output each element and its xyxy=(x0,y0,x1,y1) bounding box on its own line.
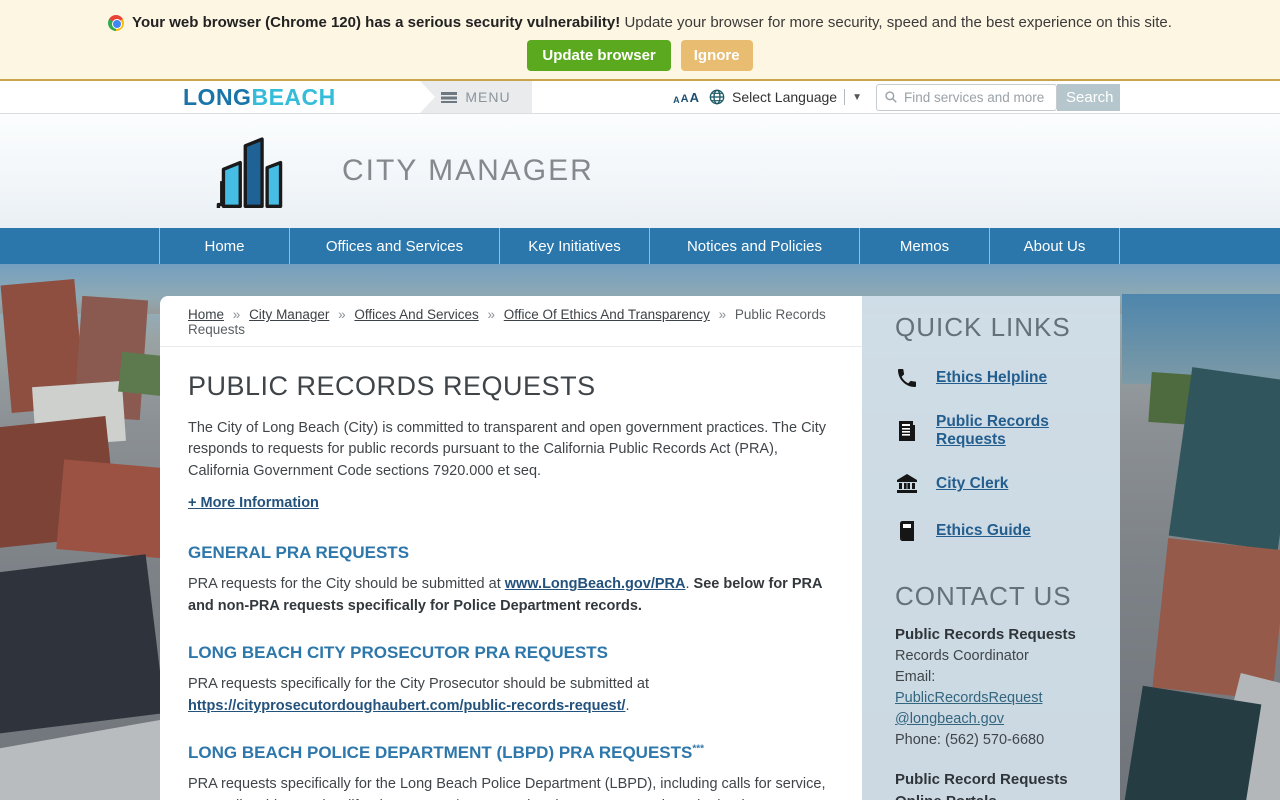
content-card: Home » City Manager » Offices And Servic… xyxy=(160,296,862,800)
lbpd-paragraph: PRA requests specifically for the Long B… xyxy=(188,776,826,800)
language-divider xyxy=(844,89,846,105)
contact-email-label: Email: xyxy=(895,668,936,685)
bg-building xyxy=(1152,538,1280,700)
contact-email-link-part1[interactable]: PublicRecordsRequest xyxy=(895,688,1043,709)
nav-item-about-us[interactable]: About Us xyxy=(990,228,1120,264)
search-box[interactable] xyxy=(876,83,1057,111)
nav-item-notices-and-policies[interactable]: Notices and Policies xyxy=(650,228,860,264)
quick-link-label[interactable]: Public Records Requests xyxy=(936,413,1102,449)
department-header: CITY MANAGER xyxy=(0,114,1280,228)
ignore-button[interactable]: Ignore xyxy=(680,40,753,71)
contact-us-heading: CONTACT US xyxy=(895,581,1072,611)
page-title: PUBLIC RECORDS REQUESTS xyxy=(188,371,596,401)
logo-arrow-divider xyxy=(420,81,435,113)
quick-link-label[interactable]: Ethics Guide xyxy=(936,522,1031,540)
nav-item-key-initiatives[interactable]: Key Initiatives xyxy=(500,228,650,264)
quick-link-public-records-requests[interactable]: Public Records Requests xyxy=(895,413,1102,449)
header-spacer xyxy=(1120,81,1280,113)
nav-item-offices-and-services[interactable]: Offices and Services xyxy=(290,228,500,264)
bg-building xyxy=(56,459,174,559)
search-icon xyxy=(885,91,897,103)
pra-link[interactable]: www.LongBeach.gov/PRA xyxy=(505,576,686,592)
quick-link-ethics-guide[interactable]: Ethics Guide xyxy=(895,519,1102,543)
longbeach-logo[interactable]: LONGBEACH xyxy=(183,84,336,111)
page-content: PUBLIC RECORDS REQUESTS The City of Long… xyxy=(160,347,862,800)
site-search: Search xyxy=(876,81,1123,113)
language-label: Select Language xyxy=(732,89,838,105)
quick-link-label[interactable]: Ethics Helpline xyxy=(936,369,1047,387)
update-browser-button[interactable]: Update browser xyxy=(527,40,671,71)
breadcrumb-offices-and-services[interactable]: Offices And Services xyxy=(354,307,478,322)
menu-label: MENU xyxy=(465,89,511,105)
contact-role: Records Coordinator xyxy=(895,647,1029,664)
breadcrumb: Home » City Manager » Offices And Servic… xyxy=(160,296,862,347)
contact-us-section: CONTACT US Public Records Requests Recor… xyxy=(895,581,1102,800)
breadcrumb-office-of-ethics[interactable]: Office Of Ethics And Transparency xyxy=(504,307,710,322)
contact-phone: Phone: (562) 570-6680 xyxy=(895,731,1045,748)
main-area: Home » City Manager » Offices And Servic… xyxy=(0,264,1280,800)
logo-section: LONGBEACH xyxy=(0,81,435,113)
browser-warning-banner: Your web browser (Chrome 120) has a seri… xyxy=(0,0,1280,81)
nav-item-home[interactable]: Home xyxy=(160,228,290,264)
bg-building xyxy=(1114,685,1262,800)
intro-paragraph: The City of Long Beach (City) is committ… xyxy=(188,420,827,479)
sidebar: QUICK LINKS Ethics Helpline Public Recor… xyxy=(862,296,1120,800)
chevron-down-icon[interactable]: ▼ xyxy=(852,92,862,103)
phone-icon xyxy=(898,369,916,387)
general-pra-paragraph: PRA requests for the City should be subm… xyxy=(188,576,822,614)
city-prosecutor-paragraph: PRA requests specifically for the City P… xyxy=(188,676,649,714)
language-section: AAA Select Language ▼ xyxy=(532,81,876,113)
top-header-bar: LONGBEACH MENU AAA Select Language ▼ Fin… xyxy=(0,81,1280,114)
nav-item-memos[interactable]: Memos xyxy=(860,228,990,264)
main-navigation: Home Offices and Services Key Initiative… xyxy=(0,228,1280,264)
section-heading-lbpd: LONG BEACH POLICE DEPARTMENT (LBPD) PRA … xyxy=(188,743,705,763)
breadcrumb-home[interactable]: Home xyxy=(188,307,224,322)
content-row: Home » City Manager » Offices And Servic… xyxy=(160,296,1120,800)
hamburger-icon xyxy=(441,91,458,103)
bank-icon xyxy=(897,474,917,493)
banner-warning-text: Your web browser (Chrome 120) has a seri… xyxy=(132,14,1172,31)
section-heading-city-prosecutor: LONG BEACH CITY PROSECUTOR PRA REQUESTS xyxy=(188,643,609,663)
globe-icon xyxy=(709,89,725,105)
search-input[interactable] xyxy=(898,89,1056,105)
section-heading-general-pra: GENERAL PRA REQUESTS xyxy=(188,543,410,563)
search-button[interactable]: Search xyxy=(1057,83,1123,111)
quick-link-ethics-helpline[interactable]: Ethics Helpline xyxy=(895,366,1102,390)
chrome-icon xyxy=(108,14,125,31)
quick-links-heading: QUICK LINKS xyxy=(895,312,1071,342)
contact-group-title: Public Records Requests xyxy=(895,626,1076,643)
language-selector[interactable]: Select Language ▼ xyxy=(709,89,862,105)
city-buildings-logo xyxy=(216,137,283,208)
quick-link-label[interactable]: City Clerk xyxy=(936,475,1008,493)
portals-group-title: Public Record Requests Online Portals xyxy=(895,770,1068,800)
bg-building xyxy=(0,718,180,800)
contact-email-link-part2[interactable]: @longbeach.gov xyxy=(895,709,1004,730)
prosecutor-link[interactable]: https://cityprosecutordoughaubert.com/pu… xyxy=(188,698,625,714)
book-icon xyxy=(900,521,914,541)
menu-button[interactable]: MENU xyxy=(420,81,532,113)
nav-spacer xyxy=(0,228,160,264)
document-icon xyxy=(899,421,915,441)
quick-link-city-clerk[interactable]: City Clerk xyxy=(895,472,1102,496)
bg-building xyxy=(0,554,166,734)
breadcrumb-city-manager[interactable]: City Manager xyxy=(249,307,329,322)
department-title: CITY MANAGER xyxy=(342,154,594,187)
font-size-controls[interactable]: AAA xyxy=(673,90,699,105)
more-information-link[interactable]: + More Information xyxy=(188,495,319,511)
